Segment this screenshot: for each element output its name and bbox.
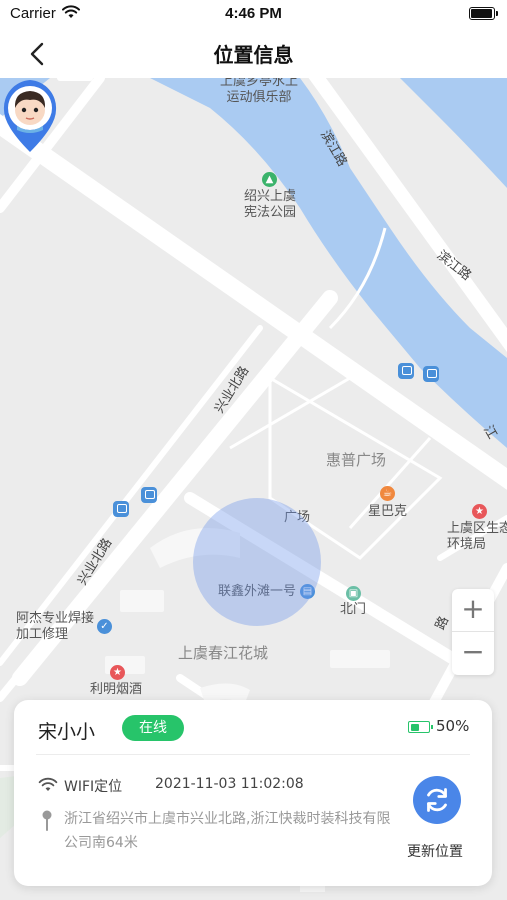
device-name: 宋小小	[38, 721, 96, 743]
zoom-control: + −	[452, 589, 494, 675]
bus-stop-icon	[398, 363, 414, 379]
map-pin-icon	[42, 810, 52, 831]
status-battery-fill	[471, 9, 492, 18]
zoom-in-button[interactable]: +	[452, 589, 494, 632]
repair-icon: ✓	[97, 619, 112, 634]
map-label-chunjiang: 上虞春江花城	[178, 644, 269, 662]
shop-icon: ★	[110, 665, 125, 680]
map-label-welding: 阿杰专业焊接 加工修理	[16, 611, 95, 642]
device-info-card: 宋小小 在线 50% WIFI定位 2021-11-03 11:02:08 浙江…	[14, 700, 492, 886]
map-label-env-bureau: 上虞区生态 环境局	[447, 521, 507, 552]
nav-bar: 位置信息	[0, 28, 507, 78]
locate-method: WIFI定位	[64, 779, 123, 795]
map-label-club: 上虞乡亭水上 运动俱乐部	[220, 78, 299, 105]
gate-icon: ▣	[346, 586, 361, 601]
map-label-liming: 利明烟酒	[90, 682, 143, 697]
coffee-icon: ☕	[380, 486, 395, 501]
status-badge: 在线	[122, 715, 184, 741]
location-pin-icon[interactable]	[0, 78, 60, 154]
divider	[36, 754, 470, 755]
map-label-huipu: 惠普广场	[326, 451, 387, 469]
map-label-park: 绍兴上虞 宪法公园	[244, 189, 297, 220]
bus-stop-icon	[141, 487, 157, 503]
address-text: 浙江省绍兴市上虞市兴业北路,浙江快裁时装科技有限公司南64米	[64, 811, 391, 851]
clock-time: 4:46 PM	[225, 5, 282, 22]
bus-stop-icon	[423, 366, 439, 382]
location-accuracy-halo	[193, 498, 321, 626]
battery-icon	[408, 721, 433, 733]
locate-time: 2021-11-03 11:02:08	[155, 776, 304, 792]
map-label-starbucks: 星巴克	[368, 504, 408, 519]
battery-icon	[469, 7, 498, 20]
page-title: 位置信息	[213, 43, 294, 67]
device-battery-fill	[410, 723, 419, 731]
government-icon: ★	[472, 504, 487, 519]
refresh-location-button[interactable]	[413, 776, 461, 824]
zoom-out-button[interactable]: −	[452, 632, 494, 675]
refresh-location-label[interactable]: 更新位置	[407, 841, 463, 861]
refresh-icon	[427, 788, 447, 812]
map-label-north-gate: 北门	[340, 602, 367, 617]
park-icon: ▲	[262, 172, 277, 187]
bus-stop-icon	[113, 501, 129, 517]
status-bar: Carrier 4:46 PM	[0, 0, 507, 28]
battery-percent: 50%	[436, 717, 470, 735]
wifi-icon	[38, 777, 58, 791]
